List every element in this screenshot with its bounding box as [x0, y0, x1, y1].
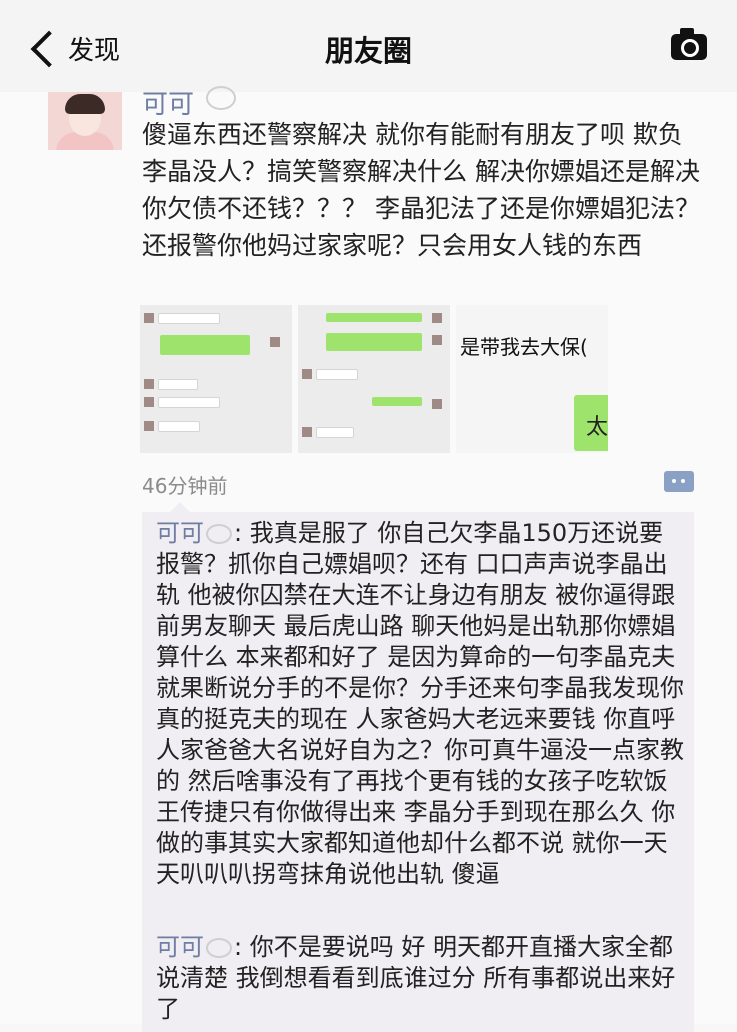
comment-1[interactable]: 可可: 我真是服了 你自己欠李晶150万还说要报警？抓你自己嫖娼呗？还有 口口声…	[156, 518, 686, 890]
comment-2[interactable]: 可可: 你不是要说吗 好 明天都开直播大家全都说清楚 我倒想看看到底谁过分 所有…	[156, 932, 686, 1025]
post-time: 46分钟前	[142, 474, 228, 498]
moments-feed: 可可 傻逼东西还警察解决 就你有能耐有朋友了呗 欺负李晶没人？搞笑警察解决什么 …	[0, 86, 737, 1032]
avatar[interactable]	[48, 92, 122, 150]
comment-text: : 我真是服了 你自己欠李晶150万还说要报警？抓你自己嫖娼呗？还有 口口声声说…	[156, 519, 684, 888]
comment-icon[interactable]	[664, 471, 694, 492]
comments-section: 可可: 我真是服了 你自己欠李晶150万还说要报警？抓你自己嫖娼呗？还有 口口声…	[142, 502, 694, 1032]
comment-username[interactable]: 可可	[156, 933, 204, 961]
camera-icon[interactable]	[671, 28, 707, 60]
comment-text: : 你不是要说吗 好 明天都开直播大家全都说清楚 我倒想看看到底谁过分 所有事都…	[156, 933, 676, 1023]
post-text: 傻逼东西还警察解决 就你有能耐有朋友了呗 欺负李晶没人？搞笑警察解决什么 解决你…	[142, 120, 700, 260]
post-image-1[interactable]	[140, 305, 292, 453]
navigation-bar: 发现 朋友圈	[0, 0, 737, 93]
page-title: 朋友圈	[324, 34, 412, 68]
post-image-2[interactable]	[298, 305, 450, 453]
emoji-icon	[206, 938, 232, 958]
image-text: 是带我去大保(	[460, 335, 588, 359]
image-green-text: 太	[586, 415, 608, 440]
post-images: 是带我去大保( 太	[140, 305, 610, 453]
emoji-icon	[206, 86, 236, 110]
emoji-icon	[206, 524, 232, 544]
comment-username[interactable]: 可可	[156, 519, 204, 547]
post-image-3[interactable]: 是带我去大保( 太	[456, 305, 608, 453]
